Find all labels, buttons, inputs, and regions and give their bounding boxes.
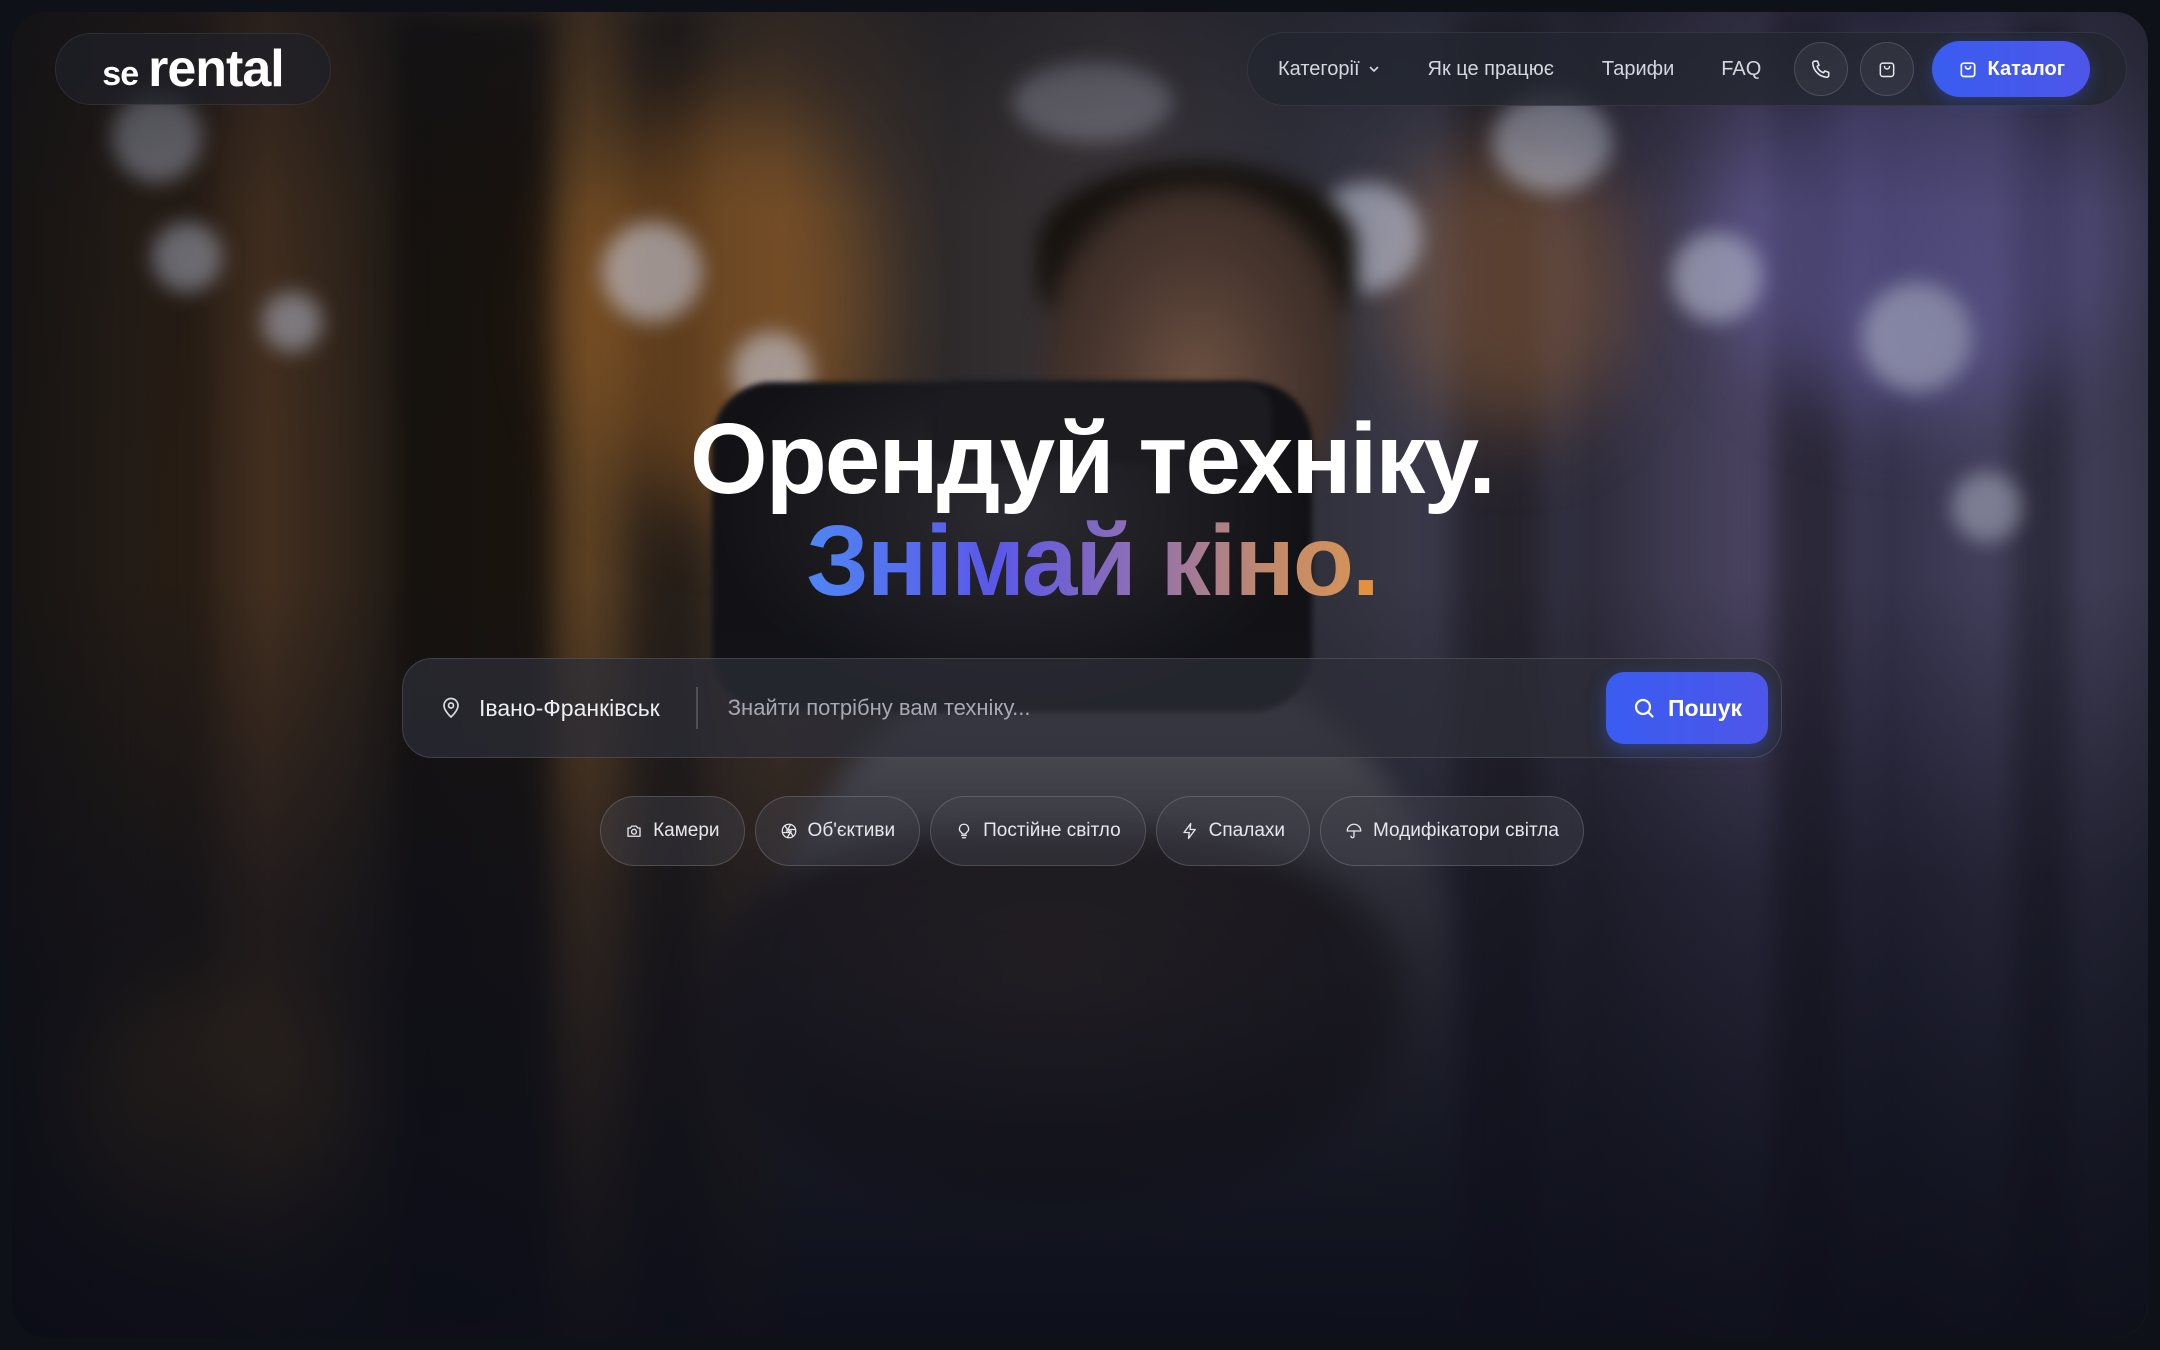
chip-label: Постійне світло [983, 820, 1121, 841]
catalog-label: Каталог [1987, 57, 2066, 80]
chip-label: Камери [653, 820, 720, 841]
search-icon [1634, 698, 1654, 718]
search-bar: Івано-Франківськ Пошук [402, 658, 1782, 758]
nav-categories-dropdown[interactable]: Категорії [1278, 58, 1380, 81]
umbrella-icon [1346, 823, 1362, 839]
category-chips: Камери Об'єктиви Постійне світло Спалахи… [12, 796, 2148, 866]
shopping-bag-icon [1879, 62, 1895, 78]
cart-button[interactable] [1860, 42, 1915, 96]
catalog-button[interactable]: Каталог [1932, 41, 2091, 97]
brand-name: rental [148, 40, 285, 98]
search-button[interactable]: Пошук [1606, 672, 1768, 744]
chip-flashes[interactable]: Спалахи [1155, 796, 1311, 866]
nav-how-it-works[interactable]: Як це працює [1428, 58, 1554, 81]
chip-label: Модифікатори світла [1373, 820, 1559, 841]
nav-faq[interactable]: FAQ [1721, 58, 1761, 81]
location-pin-icon [443, 697, 459, 718]
chip-light-modifiers[interactable]: Модифікатори світла [1320, 796, 1584, 866]
app-frame: se rental Категорії Як це працює Тарифи … [12, 12, 2148, 1338]
chip-constant-light[interactable]: Постійне світло [930, 796, 1146, 866]
chevron-down-icon [1369, 66, 1378, 72]
lightning-icon [1182, 822, 1196, 840]
search-divider [695, 687, 698, 729]
shopping-bag-icon [1960, 62, 1976, 78]
brand-prefix: se [102, 54, 139, 93]
camera-icon [627, 825, 641, 837]
chip-cameras[interactable]: Камери [600, 796, 745, 866]
search-button-label: Пошук [1667, 694, 1743, 721]
hero-subheadline: Знімай кіно. [12, 506, 2148, 616]
hero-subheadline-dot: . [1351, 505, 1380, 617]
chip-label: Спалахи [1208, 820, 1286, 841]
phone-icon [1812, 60, 1830, 79]
phone-button[interactable] [1794, 42, 1849, 96]
search-input[interactable] [727, 678, 1606, 738]
hero-headline: Орендуй техніку. [689, 403, 1496, 515]
city-selector[interactable]: Івано-Франківськ [479, 695, 660, 722]
lightbulb-icon [958, 823, 970, 839]
chip-lenses[interactable]: Об'єктиви [754, 796, 921, 866]
chip-label: Об'єктиви [807, 820, 896, 841]
hero-subheadline-text: Знімай кіно [806, 505, 1354, 617]
nav-pricing[interactable]: Тарифи [1602, 58, 1674, 81]
nav-categories-label: Категорії [1278, 57, 1360, 80]
brand-logo[interactable]: se rental [55, 33, 331, 105]
aperture-icon [781, 823, 796, 839]
top-navigation: Категорії Як це працює Тарифи FAQ Катало… [1247, 32, 2127, 106]
